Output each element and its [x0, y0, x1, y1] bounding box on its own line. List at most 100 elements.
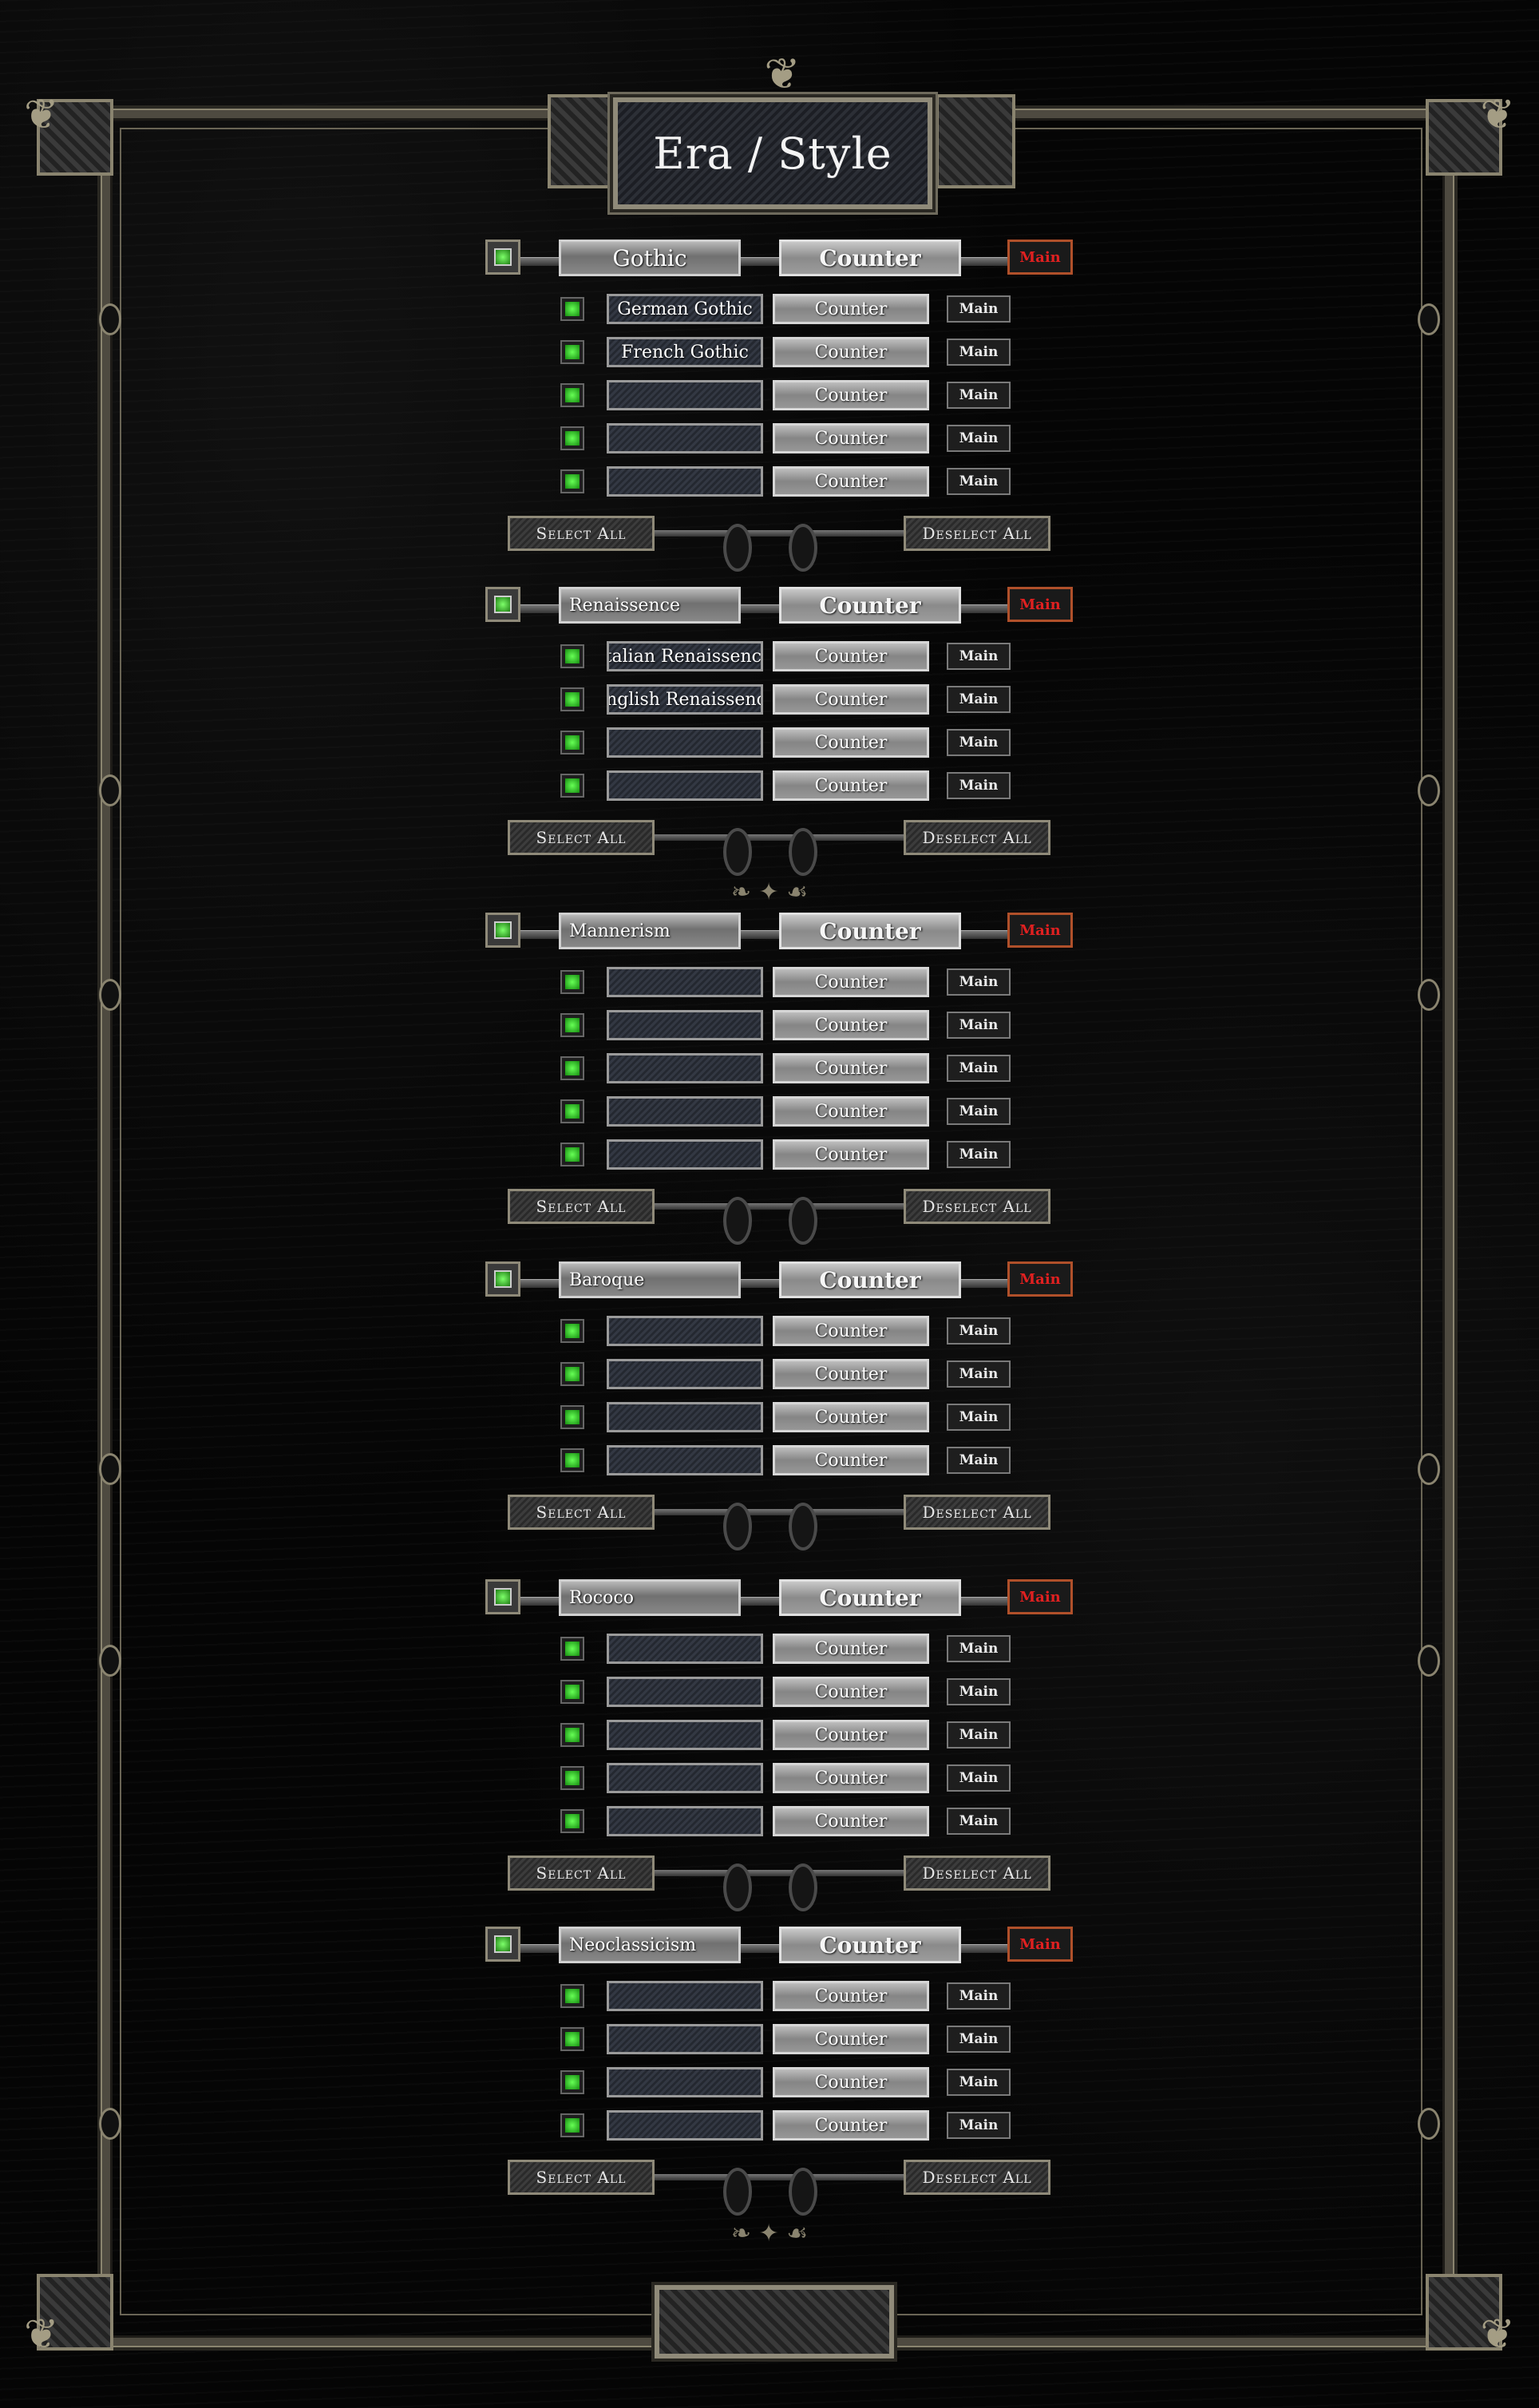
row-checkbox[interactable] — [560, 1099, 584, 1123]
row-main-button[interactable]: Main — [947, 1360, 1011, 1388]
row-checkbox[interactable] — [560, 383, 584, 407]
style-name-field[interactable] — [607, 1677, 763, 1707]
row-main-button[interactable]: Main — [947, 1404, 1011, 1431]
row-counter-button[interactable]: Counter — [773, 1010, 929, 1040]
row-main-button[interactable]: Main — [947, 968, 1011, 996]
row-counter-button[interactable]: Counter — [773, 1720, 929, 1750]
group-checkbox[interactable] — [485, 587, 520, 622]
row-counter-button[interactable]: Counter — [773, 1981, 929, 2011]
row-checkbox[interactable] — [560, 731, 584, 754]
style-name-field[interactable] — [607, 2110, 763, 2141]
group-checkbox[interactable] — [485, 240, 520, 275]
style-name-field[interactable]: French Gothic — [607, 337, 763, 367]
style-name-field[interactable] — [607, 380, 763, 410]
row-main-button[interactable]: Main — [947, 382, 1011, 409]
row-main-button[interactable]: Main — [947, 1141, 1011, 1168]
group-checkbox[interactable] — [485, 1579, 520, 1614]
row-counter-button[interactable]: Counter — [773, 770, 929, 801]
style-name-field[interactable] — [607, 1053, 763, 1083]
select-all-button[interactable]: Select All — [508, 1856, 655, 1891]
row-checkbox[interactable] — [560, 340, 584, 364]
select-all-button[interactable]: Select All — [508, 1495, 655, 1530]
group-main-button[interactable]: Main — [1007, 1579, 1073, 1614]
deselect-all-button[interactable]: Deselect All — [904, 2160, 1050, 2195]
row-main-button[interactable]: Main — [947, 1764, 1011, 1792]
row-checkbox[interactable] — [560, 2027, 584, 2051]
row-main-button[interactable]: Main — [947, 1098, 1011, 1125]
group-name-field[interactable]: Neoclassicism — [559, 1927, 741, 1963]
style-name-field[interactable] — [607, 1010, 763, 1040]
row-main-button[interactable]: Main — [947, 1012, 1011, 1039]
row-checkbox[interactable] — [560, 687, 584, 711]
deselect-all-button[interactable]: Deselect All — [904, 1495, 1050, 1530]
style-name-field[interactable] — [607, 1096, 763, 1127]
row-counter-button[interactable]: Counter — [773, 1677, 929, 1707]
style-name-field[interactable] — [607, 2024, 763, 2054]
row-checkbox[interactable] — [560, 1809, 584, 1833]
row-checkbox[interactable] — [560, 297, 584, 321]
row-main-button[interactable]: Main — [947, 2112, 1011, 2139]
row-main-button[interactable]: Main — [947, 1055, 1011, 1082]
row-main-button[interactable]: Main — [947, 1721, 1011, 1749]
row-checkbox[interactable] — [560, 1362, 584, 1386]
row-main-button[interactable]: Main — [947, 425, 1011, 452]
group-name-field[interactable]: Rococo — [559, 1579, 741, 1616]
group-counter-button[interactable]: Counter — [779, 587, 961, 624]
group-main-button[interactable]: Main — [1007, 1927, 1073, 1962]
row-checkbox[interactable] — [560, 774, 584, 798]
row-counter-button[interactable]: Counter — [773, 684, 929, 715]
row-counter-button[interactable]: Counter — [773, 1402, 929, 1432]
row-counter-button[interactable]: Counter — [773, 466, 929, 497]
select-all-button[interactable]: Select All — [508, 820, 655, 855]
group-counter-button[interactable]: Counter — [779, 1927, 961, 1963]
style-name-field[interactable] — [607, 1402, 763, 1432]
style-name-field[interactable] — [607, 1139, 763, 1170]
group-checkbox[interactable] — [485, 1261, 520, 1297]
row-main-button[interactable]: Main — [947, 295, 1011, 323]
row-main-button[interactable]: Main — [947, 1808, 1011, 1835]
group-counter-button[interactable]: Counter — [779, 1579, 961, 1616]
group-checkbox[interactable] — [485, 913, 520, 948]
row-main-button[interactable]: Main — [947, 468, 1011, 495]
row-checkbox[interactable] — [560, 469, 584, 493]
row-checkbox[interactable] — [560, 1405, 584, 1429]
row-counter-button[interactable]: Counter — [773, 641, 929, 671]
group-main-button[interactable]: Main — [1007, 913, 1073, 948]
row-counter-button[interactable]: Counter — [773, 1634, 929, 1664]
row-main-button[interactable]: Main — [947, 1635, 1011, 1662]
row-counter-button[interactable]: Counter — [773, 1445, 929, 1475]
row-main-button[interactable]: Main — [947, 729, 1011, 756]
style-name-field[interactable] — [607, 1634, 763, 1664]
row-counter-button[interactable]: Counter — [773, 1763, 929, 1793]
row-checkbox[interactable] — [560, 2113, 584, 2137]
row-checkbox[interactable] — [560, 1766, 584, 1790]
row-counter-button[interactable]: Counter — [773, 2110, 929, 2141]
row-checkbox[interactable] — [560, 1013, 584, 1037]
deselect-all-button[interactable]: Deselect All — [904, 1856, 1050, 1891]
row-counter-button[interactable]: Counter — [773, 1806, 929, 1836]
row-counter-button[interactable]: Counter — [773, 380, 929, 410]
row-checkbox[interactable] — [560, 2070, 584, 2094]
group-main-button[interactable]: Main — [1007, 240, 1073, 275]
group-name-field[interactable]: Renaissence — [559, 587, 741, 624]
row-main-button[interactable]: Main — [947, 1678, 1011, 1705]
row-main-button[interactable]: Main — [947, 1982, 1011, 2010]
style-name-field[interactable]: English Renaissence — [607, 684, 763, 715]
row-checkbox[interactable] — [560, 1723, 584, 1747]
group-counter-button[interactable]: Counter — [779, 1261, 961, 1298]
row-counter-button[interactable]: Counter — [773, 294, 929, 324]
row-main-button[interactable]: Main — [947, 772, 1011, 799]
row-counter-button[interactable]: Counter — [773, 1316, 929, 1346]
row-checkbox[interactable] — [560, 426, 584, 450]
row-checkbox[interactable] — [560, 644, 584, 668]
style-name-field[interactable] — [607, 1806, 763, 1836]
row-counter-button[interactable]: Counter — [773, 1053, 929, 1083]
style-name-field[interactable] — [607, 1763, 763, 1793]
style-name-field[interactable]: Italian Renaissence — [607, 641, 763, 671]
group-name-field[interactable]: Gothic — [559, 240, 741, 276]
row-counter-button[interactable]: Counter — [773, 727, 929, 758]
deselect-all-button[interactable]: Deselect All — [904, 1189, 1050, 1224]
row-main-button[interactable]: Main — [947, 2069, 1011, 2096]
group-counter-button[interactable]: Counter — [779, 240, 961, 276]
row-main-button[interactable]: Main — [947, 1317, 1011, 1345]
